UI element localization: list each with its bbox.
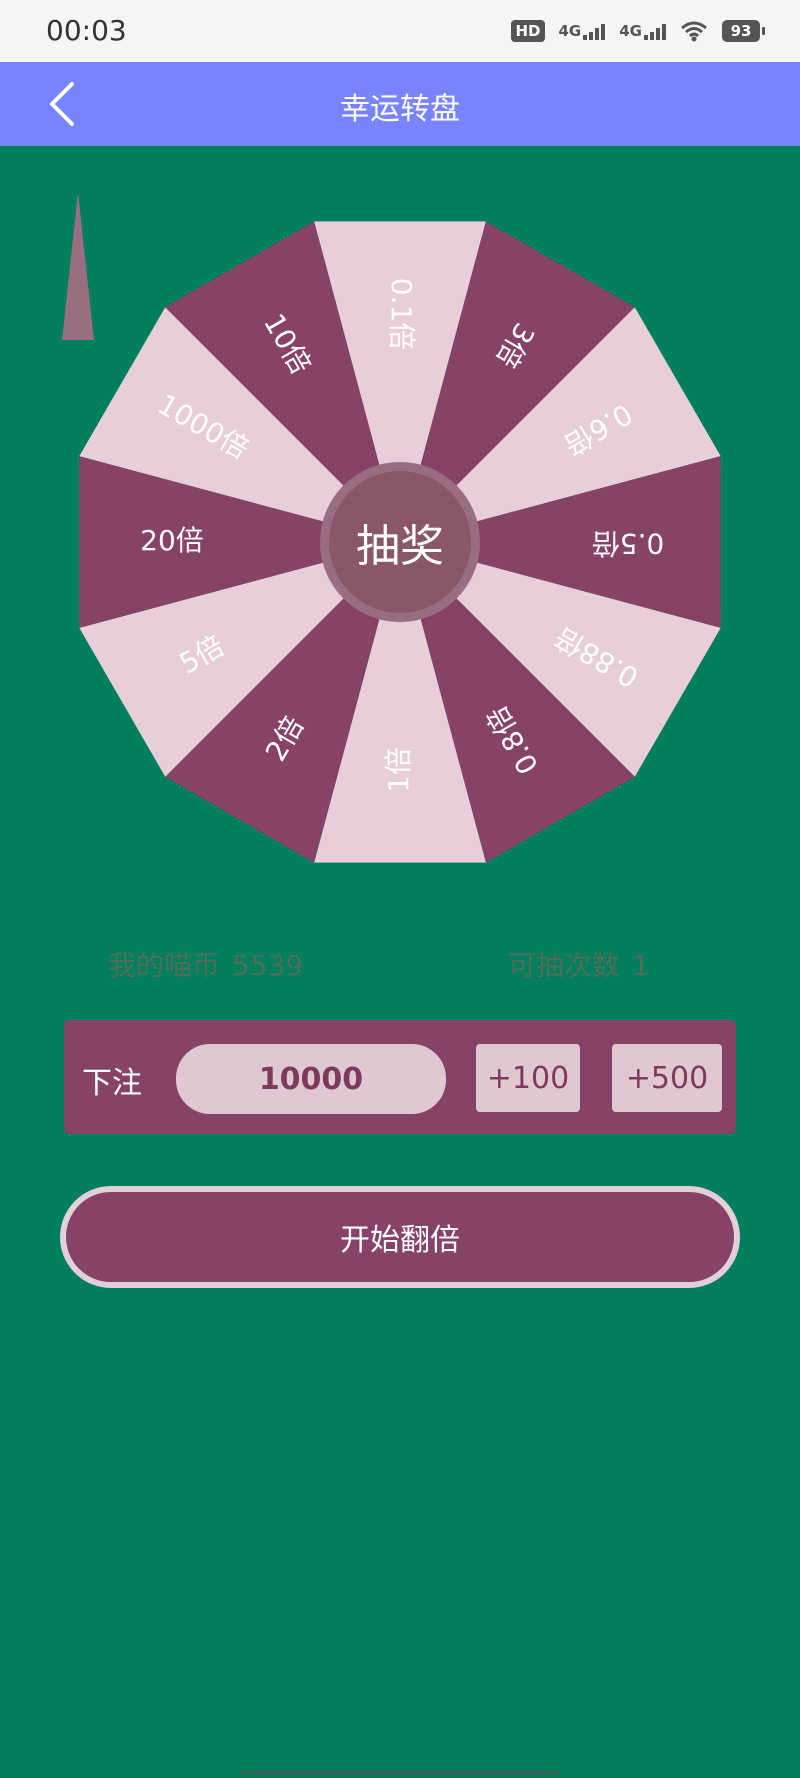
coins-info: 我的喵币 5539 [108,944,315,984]
draws-label: 可抽次数 [508,949,621,982]
wheel-segment-label: 0.1倍 [385,278,418,351]
status-time: 00:03 [46,14,127,47]
wheel-pointer-icon [62,192,94,340]
draw-button-label: 抽奖 [329,471,471,613]
add-500-button[interactable]: +500 [612,1044,722,1112]
wheel-segment-label: 1倍 [382,747,415,793]
info-row: 我的喵币 5539 可抽次数 1 [0,944,800,984]
bet-panel: 下注 +100 +500 [64,1020,736,1134]
draws-info: 可抽次数 1 [508,944,662,984]
signal-icon-2: 4G [619,22,666,40]
start-double-button[interactable]: 开始翻倍 [60,1186,740,1288]
bet-label: 下注 [82,1066,142,1101]
draw-button[interactable]: 抽奖 [320,462,480,622]
status-icons: HD 4G 4G 93 [511,14,765,48]
app-bar: 幸运转盘 [0,62,800,146]
battery-icon: 93 [722,20,765,42]
status-bar: 00:03 HD 4G 4G 93 [0,0,800,62]
home-indicator [240,1770,560,1775]
page-title: 幸运转盘 [340,92,460,127]
coins-label: 我的喵币 [108,949,221,982]
wifi-icon [681,21,707,42]
wheel-segment-label: 20倍 [140,524,204,557]
signal-icon-1: 4G [559,22,606,40]
draws-value: 1 [632,949,650,982]
coins-value: 5539 [232,949,304,982]
hd-icon: HD [511,20,545,42]
bet-amount-input[interactable] [176,1044,446,1114]
lucky-wheel: 0.1倍 3倍 0.6倍 0.5倍 0.88倍 0.8倍 1倍 2倍 5倍 20倍 1000倍 10倍… [62,192,722,864]
add-100-button[interactable]: +100 [476,1044,580,1112]
wheel-segment-label: 0.5倍 [592,527,665,560]
